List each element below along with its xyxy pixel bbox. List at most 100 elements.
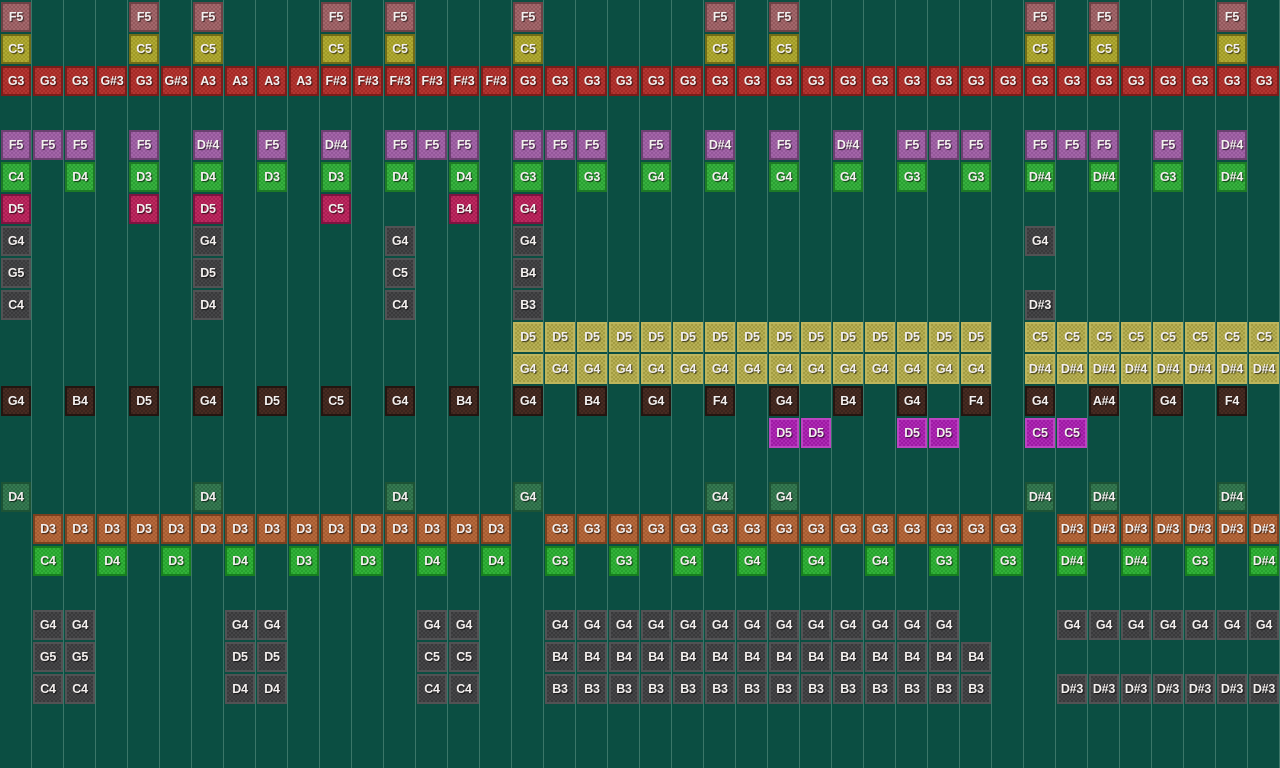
note-block[interactable]: G4 [1025,226,1055,256]
note-block[interactable]: D#3 [1153,514,1183,544]
note-block[interactable]: G4 [865,610,895,640]
note-block[interactable]: D5 [1,194,31,224]
note-block[interactable]: D3 [161,546,191,576]
note-block[interactable]: G5 [1,258,31,288]
note-block[interactable]: G4 [641,610,671,640]
note-block[interactable]: B4 [449,386,479,416]
note-block[interactable]: D3 [33,514,63,544]
note-block[interactable]: F5 [65,130,95,160]
note-block[interactable]: D#3 [1217,514,1247,544]
note-block[interactable]: G#3 [161,66,191,96]
note-block[interactable]: D5 [897,322,927,352]
note-block[interactable]: D5 [737,322,767,352]
note-block[interactable]: B4 [641,642,671,672]
note-block[interactable]: G4 [737,610,767,640]
note-block[interactable]: G3 [673,66,703,96]
note-block[interactable]: D5 [929,418,959,448]
note-block[interactable]: B4 [449,194,479,224]
note-block[interactable]: F5 [513,130,543,160]
note-block[interactable]: D5 [513,322,543,352]
note-block[interactable]: G4 [513,386,543,416]
note-block[interactable]: G4 [641,162,671,192]
note-block[interactable]: D5 [641,322,671,352]
note-block[interactable]: D4 [225,546,255,576]
note-block[interactable]: G3 [1121,66,1151,96]
note-block[interactable]: G4 [833,354,863,384]
note-block[interactable]: G#3 [97,66,127,96]
note-block[interactable]: A3 [289,66,319,96]
note-block[interactable]: B4 [737,642,767,672]
note-block[interactable]: D5 [545,322,575,352]
note-block[interactable]: D#4 [1089,162,1119,192]
note-block[interactable]: F4 [1217,386,1247,416]
note-block[interactable]: G4 [1153,610,1183,640]
note-block[interactable]: D#3 [1121,674,1151,704]
note-block[interactable]: D4 [225,674,255,704]
note-block[interactable]: B4 [65,386,95,416]
note-block[interactable]: G3 [705,66,735,96]
note-block[interactable]: G3 [1153,66,1183,96]
note-block[interactable]: D#3 [1089,514,1119,544]
note-block[interactable]: D4 [193,290,223,320]
note-block[interactable]: B4 [705,642,735,672]
note-block[interactable]: G3 [1217,66,1247,96]
note-block[interactable]: G4 [1057,610,1087,640]
note-block[interactable]: G3 [577,514,607,544]
note-block[interactable]: C5 [1217,34,1247,64]
note-block[interactable]: D#4 [1025,162,1055,192]
note-block[interactable]: G4 [673,610,703,640]
note-block[interactable]: G3 [769,514,799,544]
note-block[interactable]: B4 [929,642,959,672]
note-block[interactable]: G3 [33,66,63,96]
note-block[interactable]: B4 [769,642,799,672]
note-block[interactable]: B3 [737,674,767,704]
note-block[interactable]: D5 [609,322,639,352]
note-block[interactable]: D3 [449,514,479,544]
note-block[interactable]: F#3 [321,66,351,96]
note-block[interactable]: D#3 [1217,674,1247,704]
note-block[interactable]: B4 [897,642,927,672]
note-block[interactable]: C5 [449,642,479,672]
note-block[interactable]: C4 [1,162,31,192]
note-block[interactable]: G3 [1089,66,1119,96]
note-block[interactable]: D3 [481,514,511,544]
note-block[interactable]: G4 [641,354,671,384]
note-block[interactable]: D3 [321,162,351,192]
note-block[interactable]: D#4 [1217,130,1247,160]
note-block[interactable]: F5 [513,2,543,32]
note-block[interactable]: C4 [1,290,31,320]
note-block[interactable]: D#3 [1249,674,1279,704]
note-block[interactable]: B3 [641,674,671,704]
note-block[interactable]: G4 [705,610,735,640]
note-block[interactable]: C5 [1025,322,1055,352]
note-block[interactable]: D#3 [1025,290,1055,320]
note-block[interactable]: F5 [449,130,479,160]
note-block[interactable]: D5 [193,194,223,224]
note-block[interactable]: B4 [961,642,991,672]
note-block[interactable]: D5 [129,194,159,224]
note-block[interactable]: C5 [1089,322,1119,352]
note-block[interactable]: G3 [833,514,863,544]
note-block[interactable]: F5 [1217,2,1247,32]
note-block[interactable]: B3 [865,674,895,704]
note-block[interactable]: G4 [385,386,415,416]
note-block[interactable]: G3 [929,66,959,96]
note-block[interactable]: B3 [577,674,607,704]
note-block[interactable]: D#4 [1121,354,1151,384]
note-block[interactable]: C5 [1025,418,1055,448]
note-block[interactable]: G3 [1057,66,1087,96]
note-block[interactable]: F5 [129,2,159,32]
note-block[interactable]: G3 [1,66,31,96]
note-block[interactable]: D#4 [1121,546,1151,576]
note-block[interactable]: G3 [993,66,1023,96]
note-block[interactable]: C5 [417,642,447,672]
note-block[interactable]: F5 [33,130,63,160]
note-block[interactable]: D4 [97,546,127,576]
note-block[interactable]: D5 [705,322,735,352]
note-block[interactable]: G3 [769,66,799,96]
note-block[interactable]: D5 [769,418,799,448]
note-block[interactable]: F5 [1,130,31,160]
note-block[interactable]: G3 [545,66,575,96]
note-block[interactable]: C5 [321,386,351,416]
note-block[interactable]: F#3 [481,66,511,96]
